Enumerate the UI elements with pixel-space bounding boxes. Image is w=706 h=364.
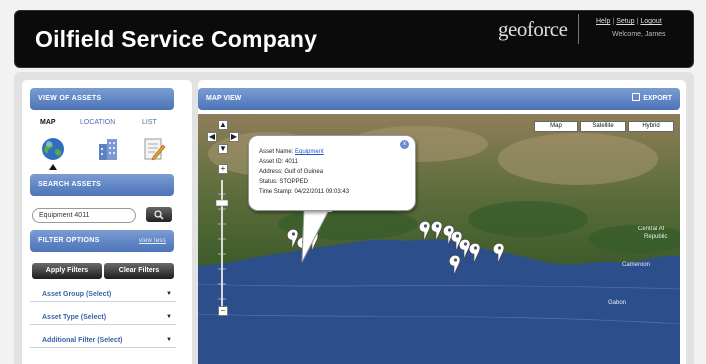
tab-map[interactable]: MAP bbox=[40, 119, 56, 126]
zoom-in-button[interactable]: + bbox=[218, 164, 228, 174]
help-link[interactable]: Help bbox=[596, 18, 610, 25]
asset-time-stamp: Time Stamp: 04/22/2011 09:03:43 bbox=[259, 189, 350, 195]
map-view-header: MAP VIEW EXPORT bbox=[198, 88, 680, 110]
asset-id: Asset ID: 4011 bbox=[259, 159, 298, 165]
search-assets-header: SEARCH ASSETS bbox=[30, 174, 174, 196]
geoforce-logo: geoforce bbox=[498, 17, 574, 41]
asset-status: Status: STOPPED bbox=[259, 179, 308, 185]
link-separator: | bbox=[636, 18, 639, 25]
pan-up-button[interactable]: ▲ bbox=[218, 120, 228, 130]
pan-right-button[interactable]: ▶ bbox=[229, 132, 239, 142]
chevron-down-icon: ▼ bbox=[166, 337, 172, 343]
logout-link[interactable]: Logout bbox=[640, 18, 661, 25]
clear-filters-button[interactable]: Clear Filters bbox=[104, 263, 174, 279]
chevron-down-icon: ▼ bbox=[166, 314, 172, 320]
apply-filters-button[interactable]: Apply Filters bbox=[32, 263, 102, 279]
app-frame: Oilfield Service Company geoforce Help | S… bbox=[0, 0, 706, 364]
filter-view-less-link[interactable]: view less bbox=[139, 230, 166, 252]
asset-name-link[interactable]: Equipment bbox=[295, 149, 324, 155]
asset-info-text: Asset Name: Equipment Asset ID: 4011 Add… bbox=[259, 147, 349, 197]
export-icon bbox=[632, 93, 641, 101]
tab-location[interactable]: LOCATION bbox=[80, 119, 115, 126]
view-of-assets-title: VIEW OF ASSETS bbox=[38, 95, 102, 102]
app-title: Oilfield Service Company bbox=[35, 26, 318, 52]
map-type-hybrid-button[interactable]: Hybrid bbox=[628, 121, 674, 132]
zoom-slider-handle[interactable] bbox=[215, 199, 229, 207]
globe-icon[interactable] bbox=[40, 136, 66, 162]
tab-list[interactable]: LIST bbox=[142, 119, 157, 126]
map-type-satellite-button[interactable]: Satellite bbox=[580, 121, 626, 132]
asset-type-label: Asset Type (Select) bbox=[42, 314, 107, 321]
search-input[interactable]: Equipment 4011 bbox=[32, 208, 136, 223]
asset-address: Address: Gulf of Guinea bbox=[259, 169, 324, 175]
map-view-title: MAP VIEW bbox=[206, 95, 242, 102]
chevron-down-icon: ▼ bbox=[166, 291, 172, 297]
building-icon[interactable] bbox=[95, 136, 121, 162]
welcome-text: Welcome, James bbox=[612, 31, 666, 38]
search-assets-title: SEARCH ASSETS bbox=[38, 181, 102, 188]
asset-group-label: Asset Group (Select) bbox=[42, 291, 112, 298]
search-button[interactable] bbox=[146, 207, 172, 222]
app-header: Oilfield Service Company bbox=[14, 10, 694, 68]
additional-filter-label: Additional Filter (Select) bbox=[42, 337, 123, 344]
setup-link[interactable]: Setup bbox=[616, 18, 634, 25]
zoom-out-button[interactable]: − bbox=[218, 306, 228, 316]
info-window-pointer bbox=[301, 208, 332, 263]
map-label: Cameroon bbox=[622, 262, 650, 268]
pan-down-button[interactable]: ▼ bbox=[218, 144, 228, 154]
selected-tab-indicator bbox=[49, 164, 57, 170]
map-label: Republic bbox=[644, 234, 667, 240]
map-label: Central Af bbox=[638, 226, 665, 232]
filter-options-header: FILTER OPTIONS view less bbox=[30, 230, 174, 252]
additional-filter-select[interactable]: Additional Filter (Select) ▼ bbox=[30, 333, 176, 348]
export-button[interactable]: EXPORT bbox=[632, 88, 672, 110]
pan-left-button[interactable]: ◀ bbox=[207, 132, 217, 142]
search-icon bbox=[154, 210, 164, 220]
list-edit-icon[interactable] bbox=[141, 136, 167, 162]
asset-name-row: Asset Name: Equipment bbox=[259, 147, 349, 157]
asset-type-select[interactable]: Asset Type (Select) ▼ bbox=[30, 310, 176, 325]
export-label: EXPORT bbox=[643, 95, 672, 102]
link-separator: | bbox=[612, 18, 615, 25]
map-label: Gabon bbox=[608, 300, 626, 306]
logo-text: geoforce bbox=[498, 17, 568, 41]
filter-options-title: FILTER OPTIONS bbox=[38, 237, 100, 244]
header-links: Help | Setup | Logout bbox=[596, 18, 662, 25]
asset-info-window: x Asset Name: Equipment Asset ID: 4011 A… bbox=[248, 135, 416, 211]
close-icon[interactable]: x bbox=[400, 140, 409, 149]
view-of-assets-header: VIEW OF ASSETS bbox=[30, 88, 174, 110]
view-tabs: MAP LOCATION LIST bbox=[30, 119, 180, 131]
asset-name-label: Asset Name: bbox=[259, 149, 294, 155]
map-type-map-button[interactable]: Map bbox=[534, 121, 578, 132]
asset-group-select[interactable]: Asset Group (Select) ▼ bbox=[30, 287, 176, 302]
header-divider bbox=[578, 14, 579, 44]
